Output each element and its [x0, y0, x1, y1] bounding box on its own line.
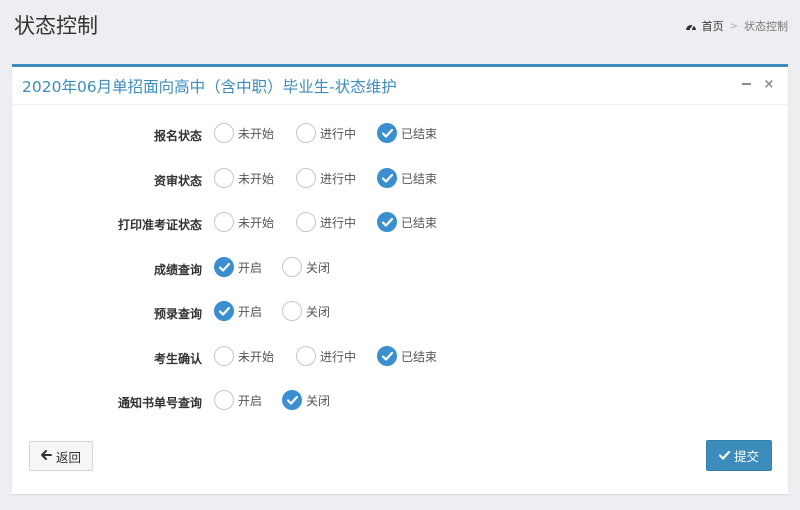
radio-option[interactable]: 关闭 — [282, 301, 330, 321]
page-title: 状态控制 — [14, 14, 98, 38]
status-row: 成绩查询 开启 关闭 — [12, 257, 788, 283]
radio-option-label: 开启 — [238, 260, 263, 275]
status-row-label: 资审状态 — [153, 174, 202, 188]
radio-option-label: 进行中 — [320, 215, 357, 230]
status-row: 考生确认 未开始 进行中 已结束 — [12, 346, 788, 372]
minus-icon — [741, 83, 751, 85]
radio-option[interactable]: 进行中 — [296, 346, 356, 366]
breadcrumb-home[interactable]: 首页 — [702, 18, 724, 34]
radio-unchecked[interactable] — [296, 346, 316, 366]
radio-checked[interactable] — [282, 390, 302, 410]
radio-option-label: 开启 — [238, 304, 263, 319]
radio-option-label: 开启 — [238, 393, 263, 408]
status-panel: 2020年06月单招面向高中（含中职）毕业生-状态维护 × 报名状态 未开始 进行中… — [12, 64, 788, 494]
breadcrumb-current: 状态控制 — [744, 20, 788, 33]
radio-unchecked[interactable] — [296, 212, 316, 232]
minimize-button[interactable] — [739, 76, 753, 92]
back-button[interactable]: 返回 — [29, 441, 93, 471]
radio-option-label: 关闭 — [306, 260, 331, 275]
radio-option-label: 关闭 — [306, 393, 331, 408]
status-row-label: 预录查询 — [153, 307, 202, 321]
status-row: 预录查询 开启 关闭 — [12, 301, 788, 327]
radio-checked[interactable] — [214, 301, 234, 321]
radio-option-label: 未开始 — [238, 215, 275, 230]
status-row-label: 报名状态 — [153, 129, 202, 143]
radio-option-label: 未开始 — [238, 126, 275, 141]
breadcrumb: 首页 > 状态控制 — [685, 18, 788, 34]
radio-option[interactable]: 未开始 — [214, 346, 274, 366]
radio-checked[interactable] — [214, 257, 234, 277]
submit-button-label: 提交 — [733, 449, 759, 464]
breadcrumb-separator: > — [729, 20, 738, 32]
radio-option-label: 已结束 — [401, 215, 438, 230]
status-row: 打印准考证状态 未开始 进行中 已结束 — [12, 212, 788, 238]
radio-option-label: 已结束 — [401, 349, 438, 364]
status-row-label: 成绩查询 — [153, 263, 202, 277]
radio-checked[interactable] — [377, 212, 397, 232]
radio-option-label: 关闭 — [306, 304, 331, 319]
radio-unchecked[interactable] — [296, 168, 316, 188]
radio-option-label: 未开始 — [238, 349, 275, 364]
radio-option[interactable]: 开启 — [214, 390, 262, 410]
status-row: 通知书单号查询 开启 关闭 — [12, 390, 788, 416]
radio-option[interactable]: 已结束 — [377, 168, 437, 188]
radio-unchecked[interactable] — [282, 301, 302, 321]
close-button[interactable]: × — [762, 76, 776, 92]
radio-option[interactable]: 进行中 — [296, 168, 356, 188]
radio-checked[interactable] — [377, 346, 397, 366]
status-row: 报名状态 未开始 进行中 已结束 — [12, 123, 788, 149]
status-row-label: 通知书单号查询 — [117, 396, 202, 410]
panel-header: 2020年06月单招面向高中（含中职）毕业生-状态维护 × — [12, 67, 788, 105]
radio-option-label: 已结束 — [401, 126, 438, 141]
status-row-label: 打印准考证状态 — [117, 218, 202, 232]
radio-option[interactable]: 已结束 — [377, 123, 437, 143]
dashboard-icon — [685, 21, 697, 31]
radio-checked[interactable] — [377, 123, 397, 143]
radio-option-label: 进行中 — [320, 349, 357, 364]
radio-option[interactable]: 未开始 — [214, 123, 274, 143]
radio-option[interactable]: 关闭 — [282, 257, 330, 277]
radio-option[interactable]: 关闭 — [282, 390, 330, 410]
arrow-left-icon — [40, 449, 52, 464]
radio-option-label: 进行中 — [320, 126, 357, 141]
radio-unchecked[interactable] — [296, 123, 316, 143]
radio-option[interactable]: 进行中 — [296, 212, 356, 232]
radio-unchecked[interactable] — [214, 346, 234, 366]
radio-option-label: 进行中 — [320, 171, 357, 186]
panel-title: 2020年06月单招面向高中（含中职）毕业生-状态维护 — [22, 78, 397, 96]
radio-option[interactable]: 开启 — [214, 257, 262, 277]
back-button-label: 返回 — [55, 449, 81, 465]
radio-option-label: 未开始 — [238, 171, 275, 186]
radio-option[interactable]: 未开始 — [214, 168, 274, 188]
radio-option[interactable]: 已结束 — [377, 212, 437, 232]
submit-button[interactable]: 提交 — [706, 440, 772, 471]
check-icon — [718, 451, 730, 460]
radio-option[interactable]: 未开始 — [214, 212, 274, 232]
status-row: 资审状态 未开始 进行中 已结束 — [12, 168, 788, 194]
radio-checked[interactable] — [377, 168, 397, 188]
panel-tools: × — [730, 76, 776, 92]
radio-option[interactable]: 进行中 — [296, 123, 356, 143]
radio-unchecked[interactable] — [214, 168, 234, 188]
radio-unchecked[interactable] — [214, 390, 234, 410]
radio-option-label: 已结束 — [401, 171, 438, 186]
radio-option[interactable]: 开启 — [214, 301, 262, 321]
radio-unchecked[interactable] — [282, 257, 302, 277]
radio-unchecked[interactable] — [214, 123, 234, 143]
radio-option[interactable]: 已结束 — [377, 346, 437, 366]
radio-unchecked[interactable] — [214, 212, 234, 232]
status-row-label: 考生确认 — [153, 352, 202, 366]
